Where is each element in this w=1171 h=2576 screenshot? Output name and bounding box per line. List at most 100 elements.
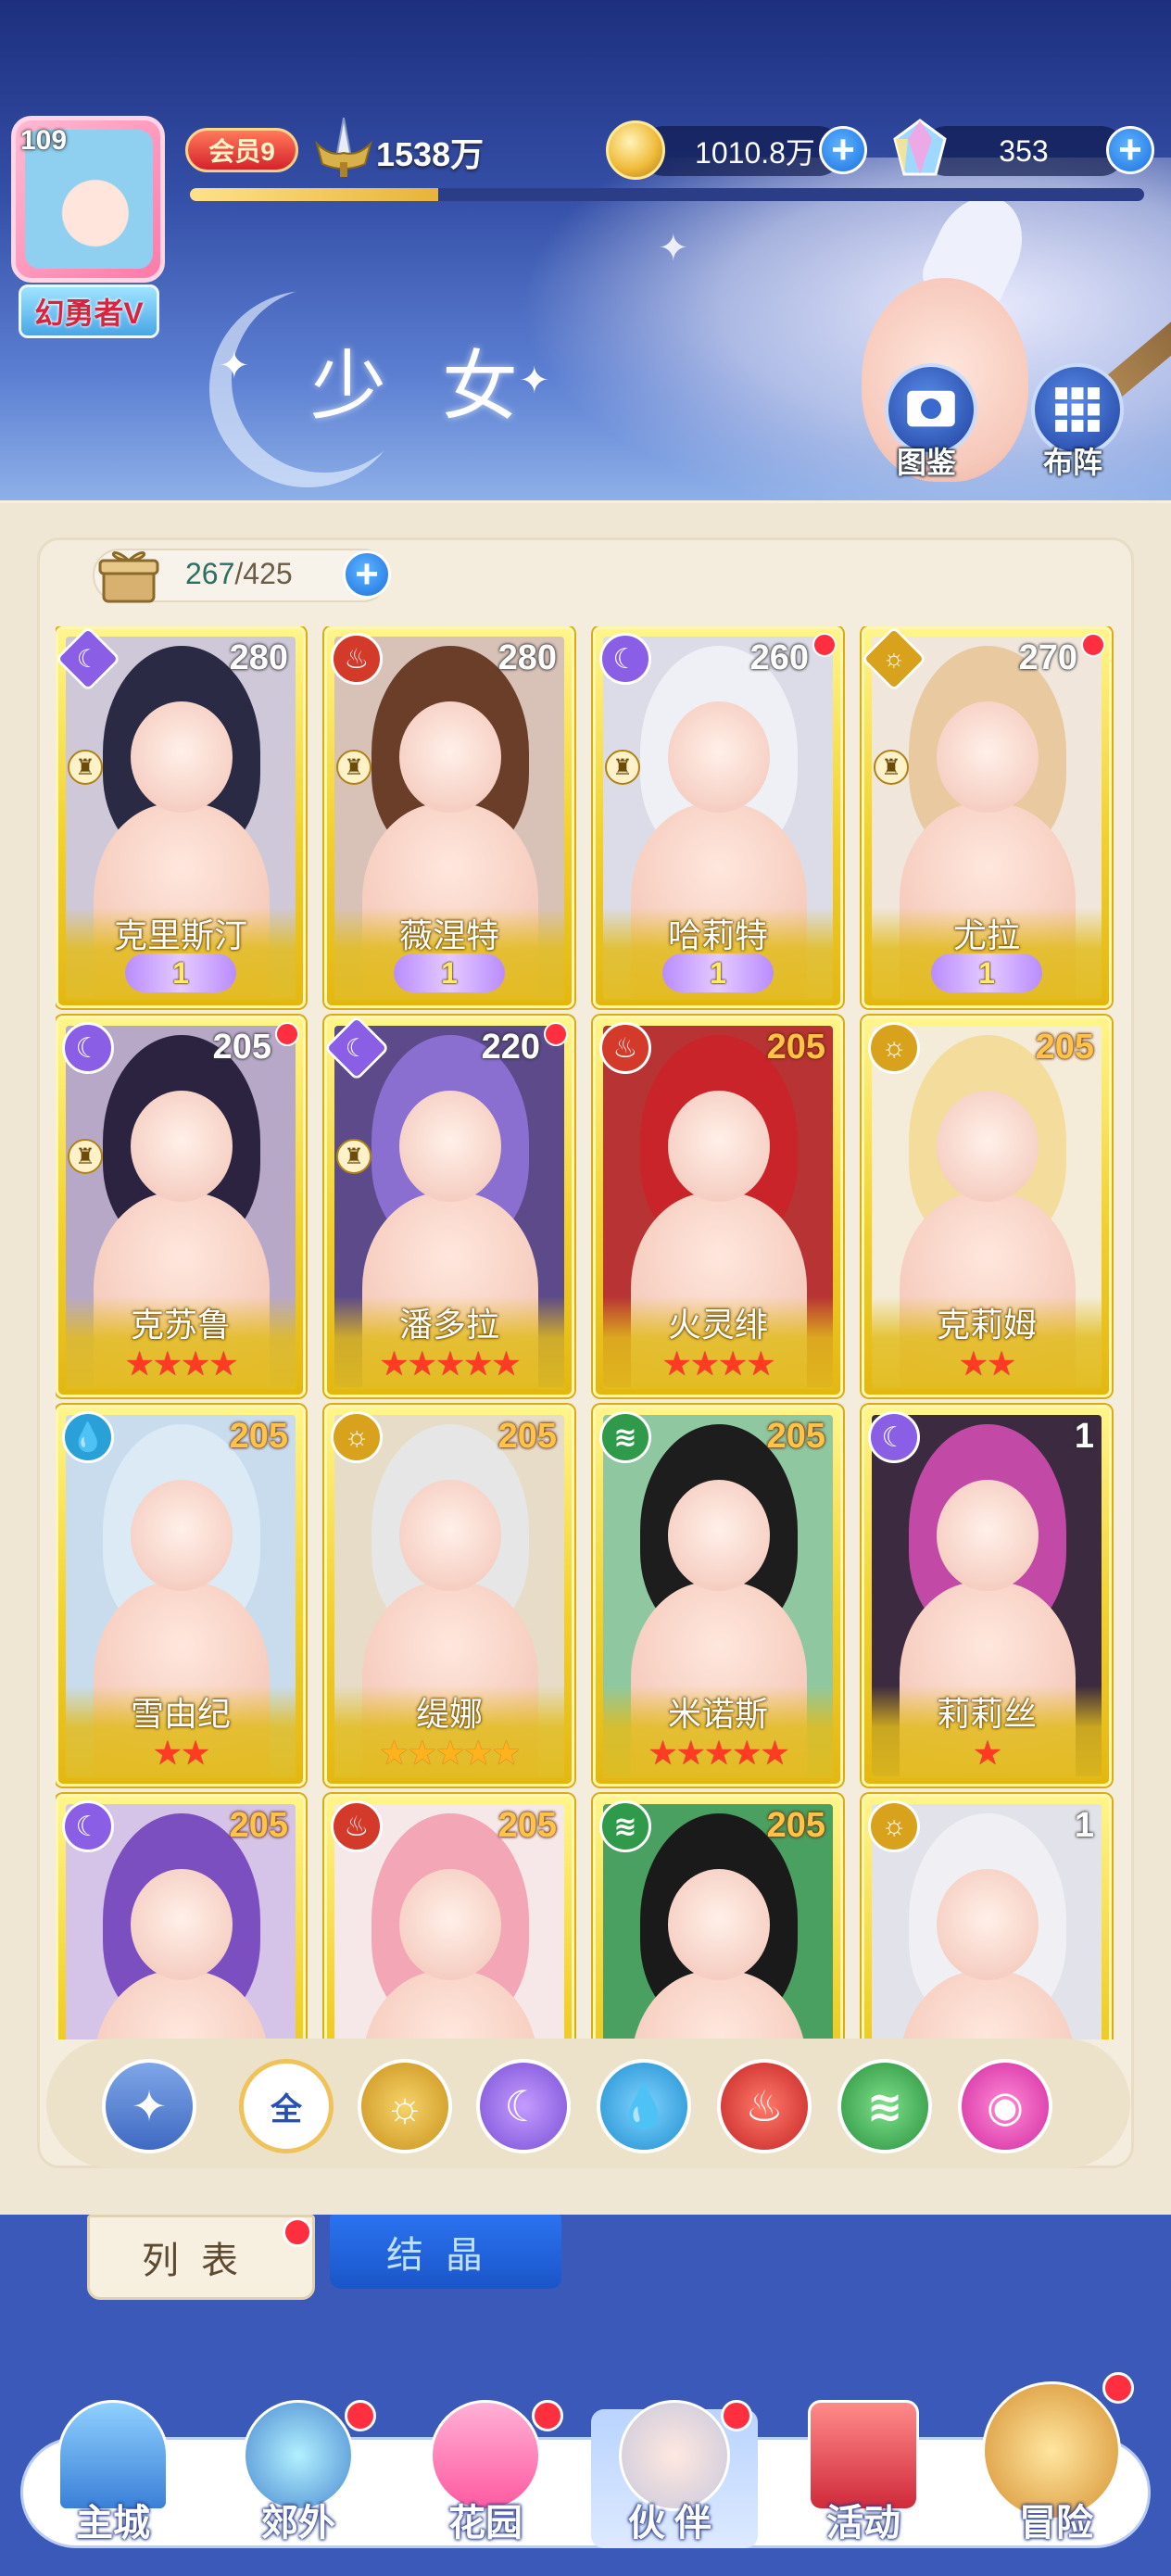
element-glyph: ☼ (882, 644, 906, 673)
character-card[interactable]: 克苏鲁 ☾ 205 ♜ ★★★★ (56, 1016, 306, 1397)
character-card[interactable]: ♨ 205 (324, 1794, 574, 2039)
star-rating: ★★ (958, 1345, 1017, 1383)
nav-notification-dot (532, 2400, 563, 2431)
tab-crystal[interactable]: 结晶 (330, 2215, 561, 2289)
character-level: 220 (481, 1028, 540, 1067)
nav-notification-dot (345, 2400, 376, 2431)
nav-notification-dot (1102, 2372, 1134, 2404)
roster-capacity: /425 (234, 557, 293, 590)
character-name: 哈莉特 (667, 916, 768, 954)
nav-item-3[interactable]: 伙伴 (582, 2400, 767, 2557)
nav-label: 冒险 (1019, 2503, 1093, 2544)
character-card[interactable]: ☼ 1 (862, 1794, 1112, 2039)
add-gold-button[interactable]: + (819, 126, 867, 174)
character-card[interactable]: 潘多拉 ☾ 220 ♜ ★★★★★ (323, 1015, 574, 1397)
member-badge[interactable]: 会员9 (185, 128, 298, 172)
sun-element-icon: ☼ (868, 1022, 920, 1074)
character-name: 缇娜 (415, 1695, 483, 1733)
portrait-face (668, 1480, 770, 1591)
notification-dot (1081, 633, 1105, 657)
character-card[interactable]: ≋ 205 (593, 1794, 843, 2039)
portrait-face (668, 1869, 770, 1980)
character-card[interactable]: 缇娜 ☼ 205 ★★★★★ (324, 1405, 574, 1787)
element-glyph: ☼ (344, 1421, 370, 1452)
filter-all-button[interactable]: 全 (239, 2059, 334, 2153)
awaken-wings-badge: 1 (394, 953, 505, 992)
portrait-face (131, 1869, 233, 1980)
fire-element-icon: ♨ (599, 1022, 651, 1074)
character-card[interactable]: 米诺斯 ≋ 205 ★★★★★ (593, 1405, 843, 1787)
filter-special-icon: ✦ (131, 2082, 168, 2130)
filter-all-icon: 全 (271, 2091, 302, 2128)
filter-moon-button[interactable]: ☾ (476, 2059, 571, 2153)
filter-wind-button[interactable]: ≋ (837, 2059, 932, 2153)
nav-item-0[interactable]: 主城 (20, 2400, 206, 2557)
element-glyph: ≋ (613, 1811, 637, 1842)
filter-water-icon: 💧 (617, 2081, 671, 2130)
chess-role-icon: ♜ (68, 750, 103, 785)
character-card[interactable]: 薇涅特 ♨ 280 ♜ 1 (324, 626, 574, 1008)
filter-chaos-button[interactable]: ◉ (958, 2059, 1052, 2153)
character-card[interactable]: 尤拉 ☼ 270 ♜ 1 (861, 626, 1112, 1008)
character-level: 205 (212, 1028, 271, 1067)
gem-value: 353 (999, 133, 1049, 168)
character-level: 205 (766, 1028, 825, 1067)
character-level: 205 (229, 1806, 288, 1845)
star-rating: ★★★★ (124, 1345, 238, 1383)
filter-special-button[interactable]: ✦ (102, 2059, 196, 2153)
character-level: 205 (766, 1806, 825, 1845)
element-glyph: 💧 (70, 1421, 106, 1453)
add-gem-button[interactable]: + (1106, 126, 1154, 174)
character-name: 尤拉 (952, 916, 1020, 954)
nav-item-1[interactable]: 郊外 (206, 2400, 391, 2557)
page-title: 少女 (310, 345, 574, 429)
nav-item-2[interactable]: 花园 (393, 2400, 578, 2557)
tab-list[interactable]: 列表 (87, 2215, 315, 2300)
filter-chaos-icon: ◉ (986, 2082, 1025, 2130)
element-glyph: ☼ (881, 1032, 907, 1063)
character-card[interactable]: 克里斯汀 ☾ 280 ♜ 1 (56, 626, 306, 1008)
portrait-face (399, 701, 501, 813)
character-card[interactable]: 雪由纪 💧 205 ★★ (56, 1405, 306, 1787)
character-level: 260 (749, 638, 809, 677)
awaken-wings-badge: 1 (125, 953, 236, 992)
sun-element-icon: ☼ (331, 1411, 383, 1463)
expand-roster-button[interactable]: + (343, 550, 391, 599)
character-name: 火灵绯 (667, 1306, 768, 1344)
fire-element-icon: ♨ (331, 633, 383, 685)
chess-role-icon: ♜ (336, 1139, 371, 1174)
formation-label: 布阵 (1043, 446, 1103, 479)
fire-element-icon: ♨ (331, 1800, 383, 1852)
filter-sun-button[interactable]: ☼ (358, 2059, 452, 2153)
exp-bar (190, 188, 1144, 201)
filter-water-button[interactable]: 💧 (597, 2059, 691, 2153)
character-card[interactable]: 火灵绯 ♨ 205 ★★★★ (593, 1016, 843, 1397)
character-name: 潘多拉 (398, 1306, 499, 1344)
nav-label: 花园 (448, 2503, 523, 2544)
character-card[interactable]: ☾ 205 (56, 1794, 306, 2039)
nav-item-5[interactable]: 冒险 (963, 2372, 1149, 2557)
element-glyph: ☾ (345, 1034, 369, 1062)
notification-dot (812, 633, 837, 657)
star-rating: ★★★★★ (379, 1734, 521, 1772)
wind-element-icon: ≋ (599, 1411, 651, 1463)
filter-fire-button[interactable]: ♨ (717, 2059, 812, 2153)
character-card[interactable]: 哈莉特 ☾ 260 ♜ 1 (593, 626, 843, 1008)
character-card[interactable]: 克莉姆 ☼ 205 ★★ (862, 1016, 1112, 1397)
header-banner: ✦ ✦ ✦ (0, 0, 1171, 500)
tab-list-notification-dot (283, 2217, 312, 2247)
player-level: 109 (20, 125, 68, 156)
player-title-badge[interactable]: 幻勇者V (19, 284, 159, 338)
character-level: 205 (497, 1417, 557, 1456)
character-level: 280 (497, 638, 557, 677)
moon-element-icon: ☾ (62, 1800, 114, 1852)
moon-element-icon: ☾ (868, 1411, 920, 1463)
character-level: 270 (1018, 638, 1077, 677)
character-card[interactable]: 莉莉丝 ☾ 1 ★ (862, 1405, 1112, 1787)
filter-fire-icon: ♨ (745, 2082, 784, 2130)
portrait-face (131, 1480, 233, 1591)
nav-item-4[interactable]: 活动 (771, 2400, 956, 2557)
sparkle-icon: ✦ (219, 346, 250, 386)
nav-label: 郊外 (261, 2503, 335, 2544)
exp-bar-fill (190, 188, 438, 201)
